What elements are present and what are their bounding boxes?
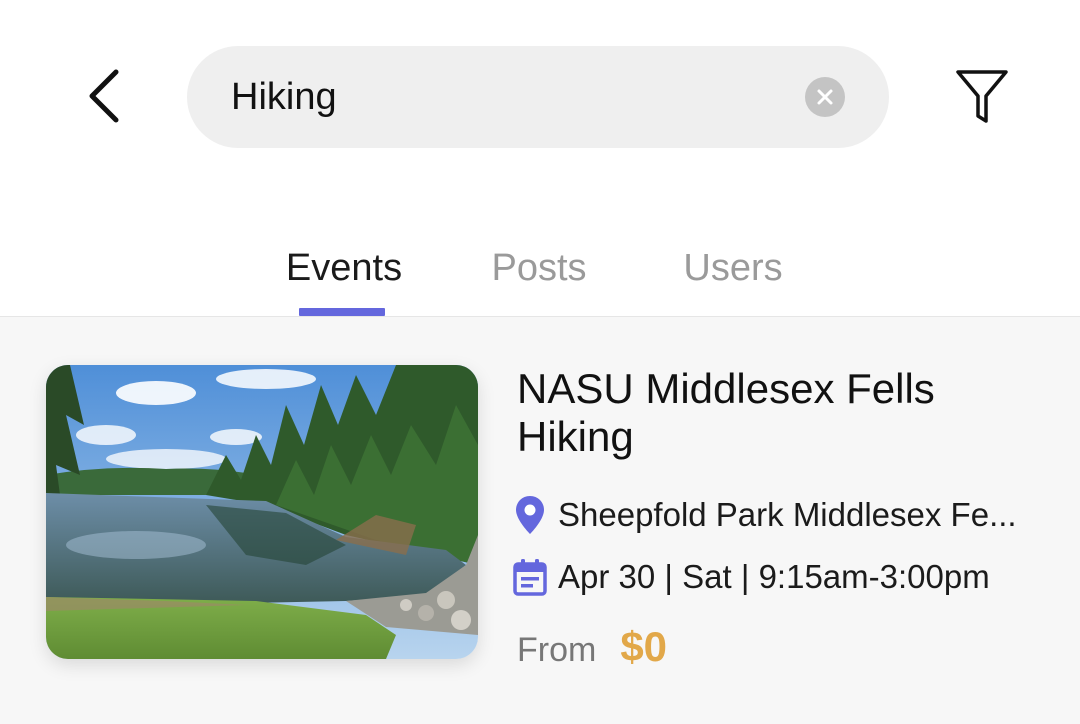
event-image — [46, 365, 478, 659]
event-price-row: From $0 — [517, 623, 667, 679]
tab-users[interactable]: Users — [668, 240, 798, 316]
event-datetime: Apr 30 | Sat | 9:15am-3:00pm — [558, 558, 990, 595]
event-title: NASU Middlesex Fells Hiking — [517, 365, 935, 460]
event-card[interactable]: NASU Middlesex Fells Hiking Sheepfold Pa… — [0, 317, 1080, 724]
close-icon — [817, 89, 833, 105]
search-results-screen: Events Posts Users — [0, 0, 1080, 724]
funnel-icon — [956, 70, 1008, 123]
filter-button[interactable] — [950, 64, 1014, 128]
price-label: From — [517, 631, 597, 669]
map-pin-icon — [512, 495, 548, 535]
clear-search-button[interactable] — [805, 77, 845, 117]
search-bar[interactable] — [187, 46, 889, 148]
back-button[interactable] — [80, 64, 128, 128]
active-tab-indicator — [299, 308, 385, 316]
tab-events[interactable]: Events — [272, 240, 416, 316]
search-input[interactable] — [231, 67, 805, 127]
price-value: $0 — [620, 623, 668, 670]
event-location-row: Sheepfold Park Middlesex Fe... — [512, 491, 1062, 539]
tab-bar: Events Posts Users — [0, 240, 1080, 316]
lake-forest-photo — [46, 365, 478, 659]
tab-posts[interactable]: Posts — [474, 240, 604, 316]
event-location: Sheepfold Park Middlesex Fe... — [558, 496, 1017, 533]
results-list: NASU Middlesex Fells Hiking Sheepfold Pa… — [0, 316, 1080, 724]
event-datetime-row: Apr 30 | Sat | 9:15am-3:00pm — [512, 553, 1062, 601]
chevron-left-icon — [89, 69, 119, 123]
calendar-icon — [512, 557, 548, 597]
